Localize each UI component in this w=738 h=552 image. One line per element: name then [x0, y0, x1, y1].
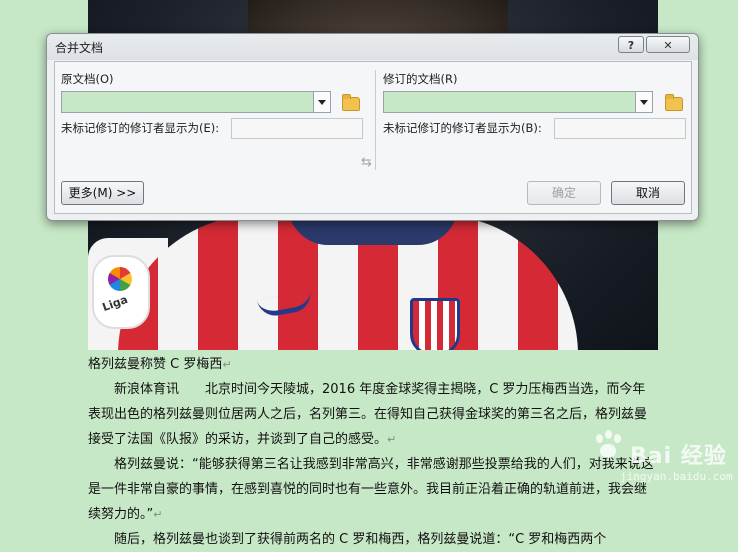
club-crest-icon — [410, 298, 460, 350]
revised-document-combo[interactable] — [383, 91, 653, 113]
ok-button[interactable]: 确定 — [527, 181, 601, 205]
paw-icon — [592, 430, 628, 466]
laliga-logo-icon — [108, 267, 132, 291]
revised-reviewer-label: 未标记修订的修订者显示为(B): — [383, 121, 542, 135]
column-divider — [375, 70, 376, 170]
article-paragraph-1: 新浪体育讯 北京时间今天陵城，2016 年度金球奖得主揭晓，C 罗力压梅西当选，… — [88, 382, 648, 447]
cancel-button[interactable]: 取消 — [611, 181, 685, 205]
revised-reviewer-input[interactable] — [554, 118, 686, 139]
help-button[interactable]: ? — [618, 36, 644, 53]
dialog-titlebar[interactable]: 合并文档 ? ✕ — [47, 34, 698, 60]
paragraph-mark: ↵ — [153, 508, 163, 521]
paragraph-mark: ↵ — [387, 433, 397, 446]
folder-open-icon[interactable] — [342, 94, 360, 111]
article-text[interactable]: 格列兹曼称赞 C 罗梅西↵ 新浪体育讯 北京时间今天陵城，2016 年度金球奖得… — [88, 352, 658, 552]
folder-open-icon[interactable] — [665, 94, 683, 111]
dialog-body: 原文档(O) 未标记修订的修订者显示为(E): 修订的文档(R) 未标记修订的修… — [54, 61, 692, 214]
laliga-badge: Liga — [92, 255, 150, 329]
revised-document-label: 修订的文档(R) — [383, 72, 458, 86]
chevron-down-icon[interactable] — [635, 92, 652, 112]
paragraph-mark: ↵ — [222, 358, 232, 371]
watermark-subtext: jingyan.baidu.com — [620, 470, 733, 483]
laliga-badge-text: Liga — [100, 292, 130, 315]
chevron-down-icon[interactable] — [313, 92, 330, 112]
watermark-text: Bai 经验 — [630, 444, 727, 469]
original-reviewer-input[interactable] — [231, 118, 363, 139]
merge-documents-dialog: 合并文档 ? ✕ 原文档(O) 未标记修订的修订者显示为(E): 修订的文档(R… — [46, 33, 699, 221]
close-button[interactable]: ✕ — [646, 36, 690, 53]
dialog-title: 合并文档 — [55, 41, 104, 55]
article-paragraph-3: 随后，格列兹曼也谈到了获得前两名的 C 罗和梅西，格列兹曼说道：“C 罗和梅西两… — [114, 532, 607, 547]
article-paragraph-2: 格列兹曼说：“能够获得第三名让我感到非常高兴，非常感谢那些投票给我的人们，对我来… — [88, 457, 654, 522]
original-document-label: 原文档(O) — [61, 72, 114, 86]
more-button[interactable]: 更多(M) >> — [61, 181, 144, 205]
original-reviewer-label: 未标记修订的修订者显示为(E): — [61, 121, 220, 135]
article-heading: 格列兹曼称赞 C 罗梅西↵ — [88, 357, 232, 372]
swap-documents-icon[interactable]: ⇆ — [361, 155, 372, 170]
original-document-combo[interactable] — [61, 91, 331, 113]
